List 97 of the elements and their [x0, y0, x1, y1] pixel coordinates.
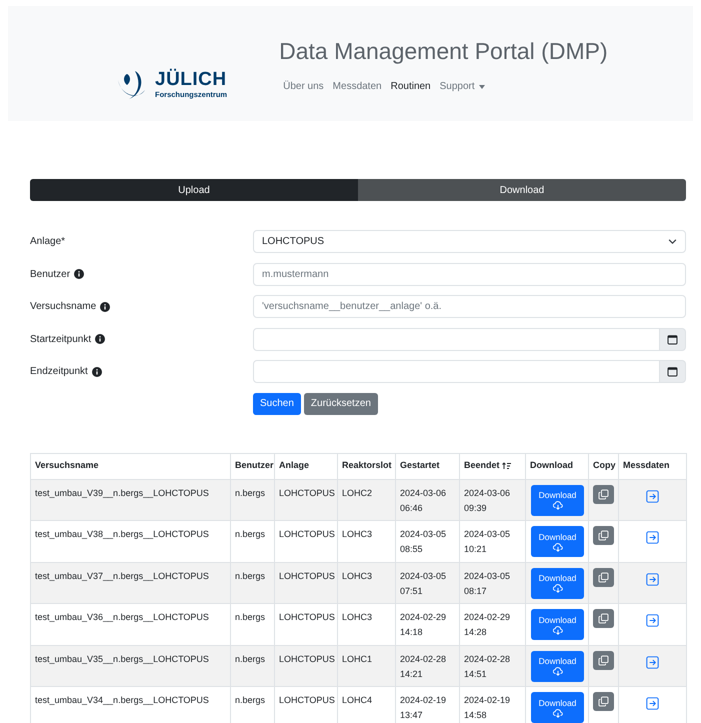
table-cell-text: 2024-02-28 14:51 — [464, 652, 512, 680]
field-label: Benutzer — [30, 268, 70, 282]
column-header[interactable]: Gestartet — [396, 453, 460, 479]
field-label: Startzeitpunkt — [30, 332, 92, 346]
open-measurements-button[interactable] — [646, 656, 659, 668]
page-title: Data Management Portal (DMP) — [279, 37, 608, 65]
cloud-download-icon — [552, 626, 562, 634]
column-header[interactable]: Beendet — [460, 453, 526, 479]
sort-icon — [502, 462, 511, 470]
cloud-download-icon — [552, 584, 562, 593]
table-cell-text: 2024-02-29 14:28 — [464, 611, 512, 639]
table-cell: n.bergs — [230, 604, 274, 645]
table-cell-text: 2024-03-05 08:17 — [464, 570, 512, 598]
search-button[interactable]: Suchen — [253, 392, 301, 414]
copy-button[interactable] — [593, 526, 614, 545]
tab[interactable]: Download — [358, 179, 686, 201]
info-icon — [100, 302, 110, 312]
logo-text: JÜLICH — [155, 70, 228, 90]
column-header[interactable]: Reaktorslot — [338, 453, 396, 479]
download-button[interactable]: Download — [531, 568, 584, 598]
table-cell-text: 2024-02-19 13:47 — [400, 694, 448, 722]
copy-button[interactable] — [593, 484, 614, 504]
table-cell-text: 2024-03-05 08:55 — [400, 528, 448, 556]
table-cell-text: 2024-03-05 10:21 — [464, 528, 512, 556]
column-header[interactable]: Messdaten — [618, 453, 686, 479]
reset-button[interactable]: Zurücksetzen — [304, 392, 378, 414]
nav-link[interactable]: Über uns — [283, 79, 324, 94]
column-header[interactable]: Versuchsname — [30, 453, 230, 479]
download-button[interactable]: Download — [531, 692, 584, 723]
calendar-icon — [667, 366, 678, 377]
copy-icon — [598, 696, 609, 707]
column-header[interactable]: Benutzer — [230, 453, 274, 479]
arrow-right-square-icon — [646, 490, 659, 502]
table-cell-text: 2024-02-19 14:58 — [464, 694, 512, 722]
cloud-download-icon — [552, 501, 562, 510]
copy-icon — [598, 654, 609, 666]
table-cell: test_umbau_V34__n.bergs__LOHCTOPUS — [30, 686, 230, 723]
column-header[interactable]: Copy — [588, 453, 618, 479]
field-label: Endzeitpunkt — [30, 365, 88, 379]
table-cell: test_umbau_V36__n.bergs__LOHCTOPUS — [30, 604, 230, 645]
download-button[interactable]: Download — [531, 609, 584, 640]
copy-icon — [598, 488, 609, 500]
arrow-right-square-icon — [646, 697, 659, 710]
download-button[interactable]: Download — [531, 484, 584, 516]
arrow-right-square-icon — [646, 531, 659, 544]
open-measurements-button[interactable] — [646, 572, 659, 586]
open-measurements-button[interactable] — [646, 490, 659, 502]
select-field[interactable]: LOHCTOPUS — [253, 230, 686, 253]
chevron-down-icon — [668, 237, 677, 246]
table-cell: LOHC3 — [338, 520, 396, 562]
date-field[interactable] — [253, 328, 660, 350]
column-header[interactable]: Download — [526, 453, 588, 479]
table-cell: n.bergs — [230, 520, 274, 562]
table-cell-text: 2024-02-29 14:18 — [400, 611, 448, 639]
nav-link[interactable]: Support — [440, 79, 485, 94]
open-measurements-button[interactable] — [646, 614, 659, 627]
table-cell: LOHCTOPUS — [274, 604, 338, 645]
calendar-icon — [667, 334, 678, 344]
download-button[interactable]: Download — [531, 650, 584, 682]
calendar-button[interactable] — [660, 328, 686, 350]
copy-button[interactable] — [593, 568, 614, 586]
cloud-download-icon — [552, 542, 562, 552]
caret-icon — [478, 84, 485, 88]
cloud-download-icon — [552, 667, 562, 676]
table-cell: LOHCTOPUS — [274, 520, 338, 562]
copy-button[interactable] — [593, 650, 614, 670]
input-field[interactable]: m.mustermann — [253, 262, 686, 286]
copy-button[interactable] — [593, 609, 614, 628]
cloud-download-icon — [552, 708, 562, 718]
tab[interactable]: Upload — [30, 179, 358, 201]
open-measurements-button[interactable] — [646, 531, 659, 544]
copy-icon — [598, 572, 609, 582]
table-cell-text: 2024-03-05 07:51 — [400, 570, 448, 598]
table-cell: test_umbau_V38__n.bergs__LOHCTOPUS — [30, 520, 230, 562]
table-cell: LOHC3 — [338, 604, 396, 645]
input-field[interactable]: 'versuchsname__benutzer__anlage' o.ä. — [253, 295, 686, 318]
calendar-button[interactable] — [660, 360, 686, 383]
info-icon — [74, 269, 84, 279]
nav-link[interactable]: Messdaten — [332, 79, 382, 94]
copy-icon — [598, 613, 609, 624]
column-header[interactable]: Anlage — [274, 453, 338, 479]
table-cell-text: 2024-03-06 09:39 — [464, 486, 512, 514]
open-measurements-button[interactable] — [646, 697, 659, 710]
download-button[interactable]: Download — [531, 526, 584, 557]
arrow-right-square-icon — [646, 656, 659, 668]
copy-button[interactable] — [593, 692, 614, 711]
nav-link[interactable]: Routinen — [390, 79, 431, 94]
table-cell-text: 2024-02-28 14:21 — [400, 652, 448, 680]
info-icon — [92, 366, 102, 376]
date-field[interactable] — [253, 360, 660, 383]
arrow-right-square-icon — [646, 614, 659, 627]
field-label: Anlage* — [30, 235, 66, 249]
arrow-right-square-icon — [646, 572, 659, 586]
table-cell-text: 2024-03-06 06:46 — [400, 486, 448, 514]
copy-icon — [598, 530, 609, 541]
info-icon — [95, 334, 106, 344]
field-label: Versuchsname — [30, 300, 96, 314]
